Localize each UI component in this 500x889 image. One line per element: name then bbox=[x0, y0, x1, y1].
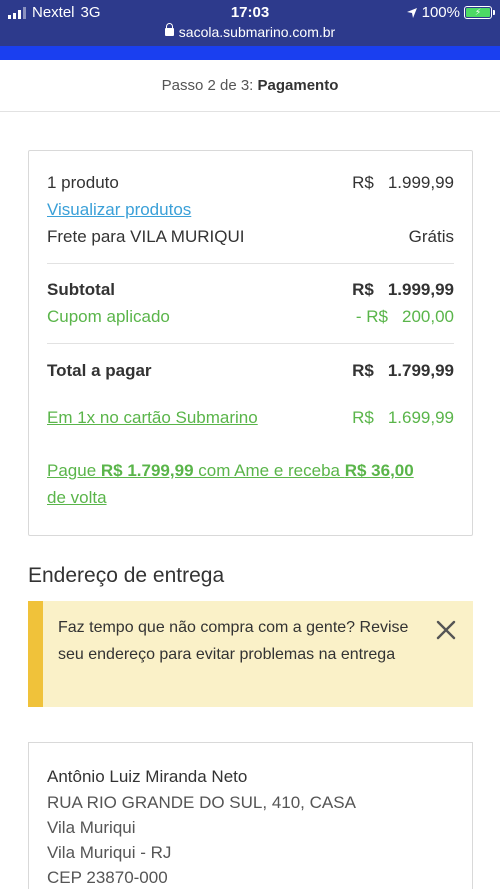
alert-accent-bar bbox=[28, 601, 43, 707]
shipping-value: Grátis bbox=[408, 227, 454, 246]
card-offer-value: 1.699,99 bbox=[387, 408, 454, 427]
coupon-row: Cupom aplicado - R$ 200,00 bbox=[47, 307, 454, 327]
coupon-currency: - R$ bbox=[355, 307, 388, 326]
products-value: 1.999,99 bbox=[387, 173, 454, 192]
total-value: 1.799,99 bbox=[387, 361, 454, 380]
ame-suffix: de volta bbox=[47, 488, 107, 507]
close-icon[interactable] bbox=[435, 619, 457, 641]
shipping-row: Frete para VILA MURIQUI Grátis bbox=[47, 227, 454, 247]
view-products-row: Visualizar produtos bbox=[47, 200, 454, 220]
subtotal-amount: R$ 1.999,99 bbox=[352, 280, 454, 300]
ame-prefix: Pague bbox=[47, 461, 101, 480]
address-street: RUA RIO GRANDE DO SUL, 410, CASA bbox=[47, 793, 356, 812]
products-row: 1 produto R$ 1.999,99 bbox=[47, 173, 454, 193]
card-offer-currency: R$ bbox=[352, 408, 374, 427]
shipping-label: Frete para VILA MURIQUI bbox=[47, 227, 245, 246]
subtotal-currency: R$ bbox=[352, 280, 374, 299]
ame-cashback: R$ 36,00 bbox=[344, 461, 414, 480]
divider bbox=[47, 343, 454, 344]
products-currency: R$ bbox=[352, 173, 374, 192]
address-neighborhood: Vila Muriqui bbox=[47, 818, 136, 837]
total-currency: R$ bbox=[352, 361, 374, 380]
brand-header-strip bbox=[0, 46, 500, 60]
card-offer-link[interactable]: Em 1x no cartão Submarino bbox=[47, 408, 258, 428]
lock-icon bbox=[164, 23, 174, 36]
location-arrow-icon bbox=[406, 7, 417, 18]
address-bar[interactable]: sacola.submarino.com.br bbox=[0, 23, 500, 40]
products-label: 1 produto bbox=[47, 173, 119, 192]
status-bar: Nextel 3G 17:03 100% ⚡ sacola.submarino.… bbox=[0, 0, 500, 46]
coupon-value: 200,00 bbox=[402, 307, 454, 326]
total-label: Total a pagar bbox=[47, 361, 152, 380]
card-offer-row: Em 1x no cartão Submarino R$ 1.699,99 bbox=[47, 408, 454, 428]
url-text: sacola.submarino.com.br bbox=[178, 24, 336, 40]
ame-cashback-link[interactable]: Pague R$ 1.799,99 com Ame e receba R$ 36… bbox=[47, 457, 454, 511]
step-current: Pagamento bbox=[257, 77, 339, 94]
status-right: 100% ⚡ bbox=[406, 4, 495, 21]
card-offer-amount: R$ 1.699,99 bbox=[352, 408, 454, 428]
recipient-name: Antônio Luiz Miranda Neto bbox=[47, 767, 248, 786]
battery-icon: ⚡ bbox=[464, 6, 495, 19]
total-amount: R$ 1.799,99 bbox=[352, 361, 454, 381]
coupon-amount: - R$ 200,00 bbox=[356, 307, 454, 327]
step-prefix: Passo 2 de 3: bbox=[161, 77, 254, 94]
address-city-state: Vila Muriqui - RJ bbox=[47, 843, 172, 862]
checkout-step-indicator: Passo 2 de 3: Pagamento bbox=[0, 60, 500, 112]
ame-middle: com Ame e receba bbox=[193, 461, 345, 480]
battery-percent: 100% bbox=[421, 4, 460, 21]
products-amount: R$ 1.999,99 bbox=[352, 173, 454, 193]
delivery-section-title: Endereço de entrega bbox=[28, 564, 225, 587]
coupon-label: Cupom aplicado bbox=[47, 307, 170, 326]
alert-text: Faz tempo que não compra com a gente? Re… bbox=[58, 619, 409, 663]
total-row: Total a pagar R$ 1.799,99 bbox=[47, 361, 454, 381]
ame-amount: R$ 1.799,99 bbox=[100, 461, 194, 480]
view-products-link[interactable]: Visualizar produtos bbox=[47, 200, 191, 220]
order-summary-card: 1 produto R$ 1.999,99 Visualizar produto… bbox=[28, 150, 473, 536]
address-zip: CEP 23870-000 bbox=[47, 868, 168, 887]
subtotal-label: Subtotal bbox=[47, 280, 115, 299]
address-review-alert: Faz tempo que não compra com a gente? Re… bbox=[28, 601, 473, 707]
subtotal-row: Subtotal R$ 1.999,99 bbox=[47, 280, 454, 300]
delivery-address-card[interactable]: Antônio Luiz Miranda Neto RUA RIO GRANDE… bbox=[28, 742, 473, 889]
divider bbox=[47, 263, 454, 264]
subtotal-value: 1.999,99 bbox=[387, 280, 454, 299]
